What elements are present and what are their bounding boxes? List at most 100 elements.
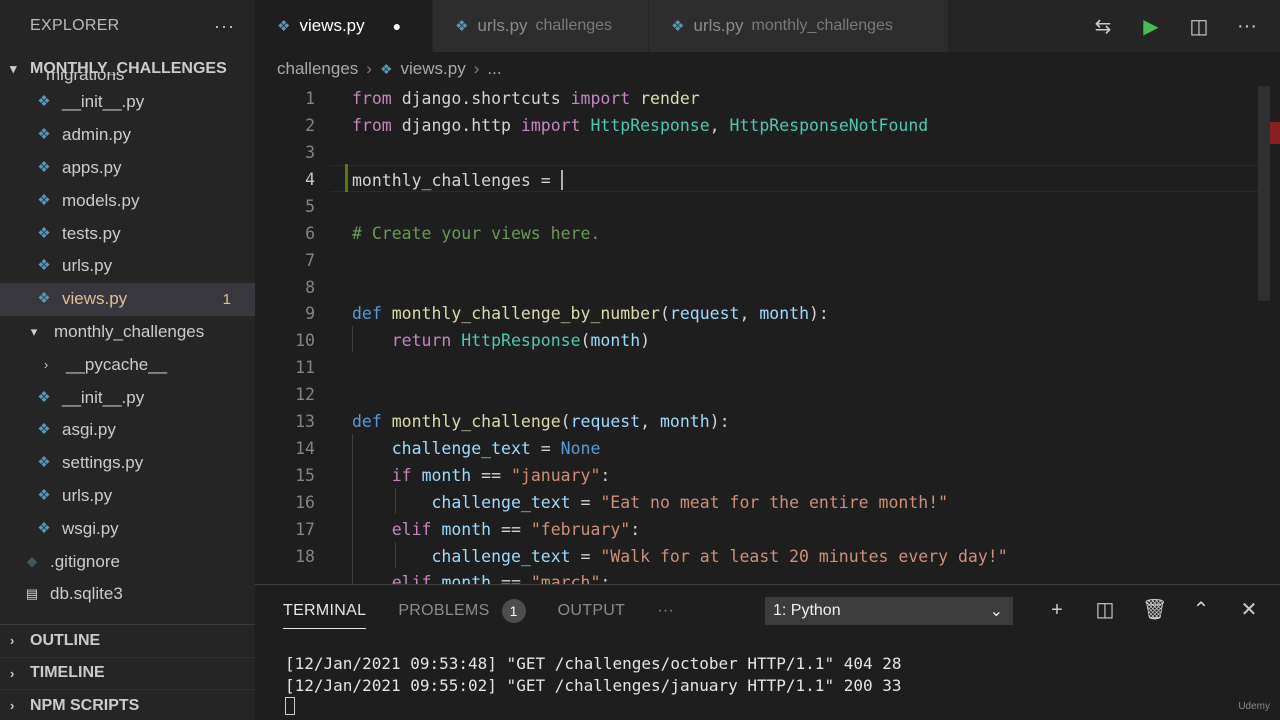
code-line-14: challenge_text = None <box>352 439 601 458</box>
tree-item-label: asgi.py <box>62 420 116 440</box>
tab-label: urls.py <box>477 16 528 35</box>
outline-section-header[interactable]: › OUTLINE <box>0 625 255 658</box>
tree-item-label: __pycache__ <box>66 354 168 374</box>
python-file-icon: ❖ <box>37 93 51 111</box>
code-line-9: def monthly_challenge_by_number(request,… <box>352 304 829 323</box>
tree-item-gitignore[interactable]: ◆ .gitignore <box>0 545 255 578</box>
terminal-cursor <box>285 697 295 715</box>
token-class: HttpResponse <box>461 331 581 350</box>
timeline-section-header[interactable]: › TIMELINE <box>0 658 255 690</box>
compare-changes-icon[interactable]: ⇆ <box>1088 14 1118 39</box>
tab-label: TERMINAL <box>283 602 367 619</box>
split-terminal-icon[interactable]: ◫ <box>1094 597 1116 623</box>
token-keyword: def <box>352 412 382 431</box>
python-file-icon: ❖ <box>37 126 51 144</box>
file-tree: migrations ❖ __init__.py ❖ admin.py ❖ ap… <box>0 72 255 612</box>
python-file-icon: ❖ <box>37 224 51 242</box>
explorer-header: EXPLORER ··· <box>0 0 255 52</box>
code-line-2: from django.http import HttpResponse, Ht… <box>352 116 928 135</box>
token-punct: : <box>600 573 611 584</box>
tree-item-wsgi-py[interactable]: ❖ wsgi.py <box>0 512 255 545</box>
line-number: 1 <box>305 89 315 108</box>
breadcrumb-folder[interactable]: challenges <box>277 59 358 79</box>
python-file-icon: ❖ <box>37 519 51 537</box>
scrollbar-thumb[interactable] <box>1258 86 1270 301</box>
tree-item-urls-py[interactable]: ❖ urls.py <box>0 480 255 513</box>
close-icon[interactable]: ✕ <box>1238 597 1260 623</box>
bottom-panel: TERMINAL PROBLEMS 1 OUTPUT ··· 1: Python… <box>255 584 1280 720</box>
editor-tab-bar: ❖ views.py ● ❖ urls.py challenges ❖ urls… <box>255 0 1280 52</box>
code-line-16: challenge_text = "Eat no meat for the en… <box>352 493 948 512</box>
tree-item-init-py[interactable]: ❖ __init__.py <box>0 381 255 414</box>
token-operator: = <box>570 493 601 512</box>
line-number: 5 <box>305 197 315 216</box>
tree-item-views-py[interactable]: ❖ views.py 1 <box>0 282 255 316</box>
tree-item-admin-py[interactable]: ❖ admin.py <box>0 119 255 152</box>
tree-item-label: wsgi.py <box>62 518 119 538</box>
explorer-title: EXPLORER <box>30 17 120 34</box>
trash-icon[interactable]: 🗑 <box>1142 597 1167 623</box>
unsaved-dot-icon[interactable]: ● <box>393 18 401 34</box>
code-line-6: # Create your views here. <box>352 224 600 243</box>
tree-item-db-sqlite3[interactable]: ▤ db.sqlite3 <box>0 578 255 611</box>
npm-scripts-section-header[interactable]: › NPM SCRIPTS <box>0 690 255 720</box>
tree-item-init-py[interactable]: ❖ __init__.py <box>0 86 255 119</box>
tree-item-label: db.sqlite3 <box>50 584 123 604</box>
token-punct: , <box>709 116 720 135</box>
line-number: 4 <box>305 170 315 189</box>
token-operator: == <box>491 573 531 584</box>
python-file-icon: ❖ <box>277 18 291 35</box>
chevron-down-icon: ▾ <box>30 323 38 339</box>
tree-item-label: models.py <box>62 190 140 210</box>
tree-item-migrations[interactable]: migrations <box>0 72 255 86</box>
explorer-sidebar: EXPLORER ··· ▾ MONTHLY_CHALLENGES migrat… <box>0 0 255 720</box>
tree-item-models-py[interactable]: ❖ models.py <box>0 184 255 217</box>
tree-item-apps-py[interactable]: ❖ apps.py <box>0 152 255 185</box>
tab-output[interactable]: OUTPUT <box>558 585 626 637</box>
plus-icon[interactable]: + <box>1046 597 1068 623</box>
token-variable: challenge_text <box>431 493 571 512</box>
error-marker <box>1270 122 1280 144</box>
terminal-select[interactable]: 1: Python ⌄ <box>765 597 1013 625</box>
git-modified-gutter <box>345 164 348 192</box>
tree-item-label: migrations <box>46 72 125 84</box>
code-line-19-partial: elif month == "march": <box>352 573 611 584</box>
tab-views-py[interactable]: ❖ views.py ● <box>255 0 433 52</box>
terminal-output[interactable]: [12/Jan/2021 09:53:48] "GET /challenges/… <box>285 653 902 718</box>
code-editor[interactable]: 1 2 3 4 5 6 7 8 9 10 11 12 13 14 15 16 1… <box>255 86 1260 584</box>
tree-item-monthly-challenges-folder[interactable]: ▾ monthly_challenges <box>0 316 255 349</box>
split-editor-icon[interactable]: ◫ <box>1184 14 1214 39</box>
panel-more-icon[interactable]: ··· <box>657 585 674 637</box>
chevron-up-icon[interactable]: ⌃ <box>1190 597 1212 623</box>
ellipsis-icon[interactable]: ··· <box>1232 15 1262 38</box>
tree-item-asgi-py[interactable]: ❖ asgi.py <box>0 414 255 447</box>
run-icon[interactable]: ▶ <box>1136 14 1166 39</box>
code-line-13: def monthly_challenge(request, month): <box>352 412 730 431</box>
tab-urls-py-challenges[interactable]: ❖ urls.py challenges <box>433 0 649 52</box>
tab-urls-py-monthly-challenges[interactable]: ❖ urls.py monthly_challenges <box>649 0 949 52</box>
token-operator: == <box>471 466 511 485</box>
line-number: 10 <box>295 331 315 350</box>
token-string: "Eat no meat for the entire month!" <box>600 493 949 512</box>
tree-item-urls-py[interactable]: ❖ urls.py <box>0 250 255 283</box>
terminal-line: [12/Jan/2021 09:55:02] "GET /challenges/… <box>285 675 902 695</box>
database-icon: ▤ <box>25 586 39 602</box>
breadcrumb-file[interactable]: views.py <box>401 59 466 79</box>
token-punct: , <box>640 412 660 431</box>
tree-item-settings-py[interactable]: ❖ settings.py <box>0 447 255 480</box>
python-file-icon: ❖ <box>37 486 51 504</box>
token-punct: ): <box>709 412 730 431</box>
section-label: NPM SCRIPTS <box>30 696 140 714</box>
editor-scrollbar[interactable] <box>1258 86 1280 584</box>
tree-item-label: settings.py <box>62 453 144 473</box>
tree-item-label: monthly_challenges <box>54 321 205 341</box>
chevron-right-icon: › <box>10 665 15 681</box>
tab-terminal[interactable]: TERMINAL <box>283 585 367 637</box>
tab-problems[interactable]: PROBLEMS 1 <box>398 585 526 637</box>
tree-item-tests-py[interactable]: ❖ tests.py <box>0 217 255 250</box>
explorer-more-icon[interactable]: ··· <box>214 16 235 37</box>
breadcrumb-more[interactable]: ... <box>487 59 501 79</box>
python-file-icon: ❖ <box>37 290 51 308</box>
tab-label: views.py <box>299 16 365 35</box>
tree-item-pycache-folder[interactable]: › __pycache__ <box>0 348 255 381</box>
